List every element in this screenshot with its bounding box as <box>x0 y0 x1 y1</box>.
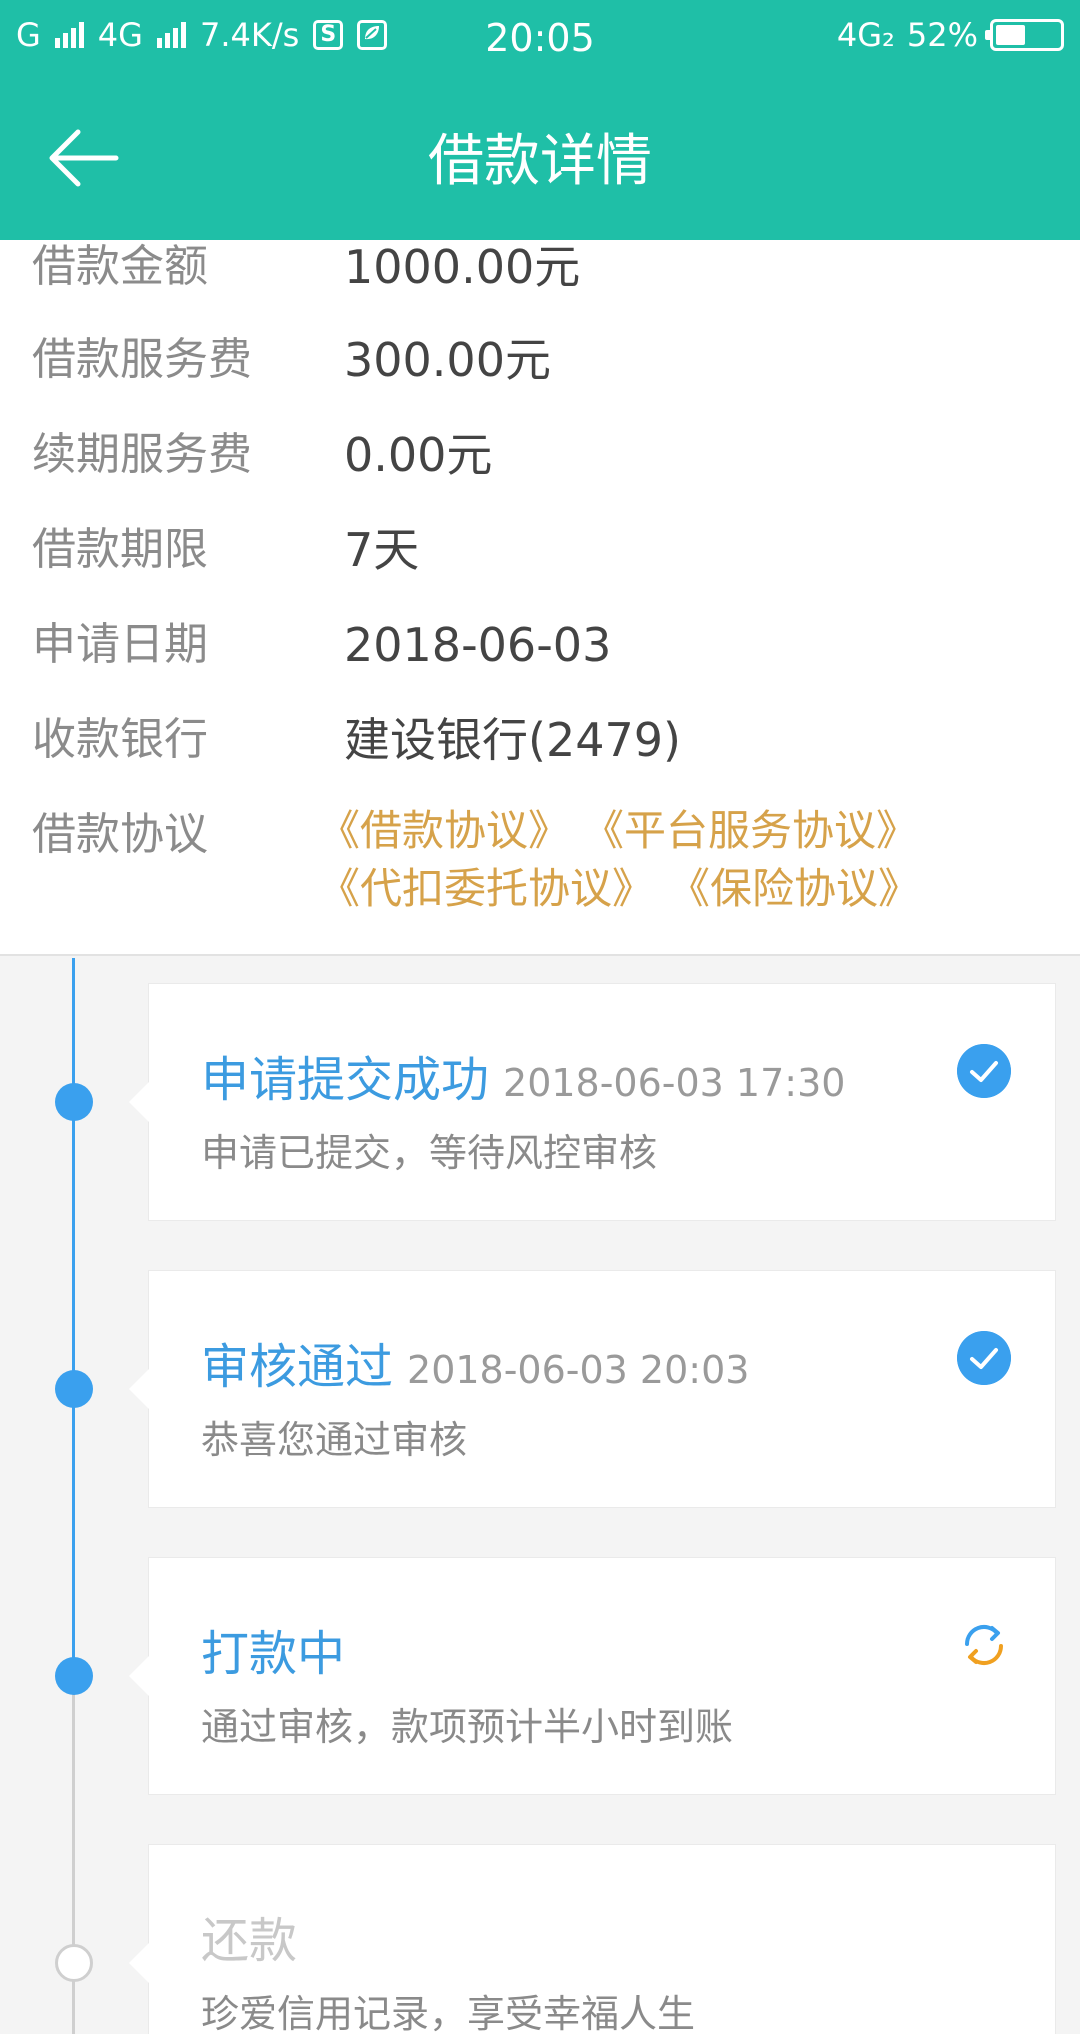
app-header: G 4G 7.4K/s S 20:05 4G₂ 52% 借款详情 <box>0 0 1080 240</box>
step-name: 打款中 <box>201 1626 346 1682</box>
info-row-apply-date: 申请日期 2018-06-03 <box>0 610 1080 680</box>
check-icon <box>957 1044 1011 1098</box>
timeline-dot <box>55 1657 93 1695</box>
page-title: 借款详情 <box>428 129 652 194</box>
refresh-icon <box>964 1624 1004 1666</box>
loan-info-section: 借款金额 1000.00元 借款服务费 300.00元 续期服务费 0.00元 … <box>0 240 1080 956</box>
step-title: 打款中 <box>201 1614 345 1684</box>
timeline-dot <box>55 1944 93 1982</box>
step-title: 审核通过 2018-06-03 20:03 <box>201 1327 749 1397</box>
agreement-link-withhold[interactable]: 《代扣委托协议》 <box>318 860 654 918</box>
step-title: 还款 <box>201 1901 297 1971</box>
info-label: 借款金额 <box>32 241 208 292</box>
info-value: 300.00元 <box>344 333 551 387</box>
info-row-term: 借款期限 7天 <box>0 515 1080 585</box>
timeline-card-approved: 审核通过 2018-06-03 20:03 恭喜您通过审核 <box>129 1270 1056 1508</box>
check-icon <box>957 1331 1011 1385</box>
info-row-bank: 收款银行 建设银行(2479) <box>0 705 1080 775</box>
step-desc: 申请已提交，等待风控审核 <box>201 1131 658 1175</box>
info-value: 7天 <box>344 523 420 577</box>
info-label: 借款期限 <box>32 524 208 575</box>
step-title: 申请提交成功 2018-06-03 17:30 <box>201 1040 845 1110</box>
step-name: 审核通过 <box>201 1339 394 1395</box>
timeline-dot <box>55 1083 93 1121</box>
battery-icon <box>985 19 1064 51</box>
info-label: 借款服务费 <box>32 334 252 385</box>
info-row-renewal-fee: 续期服务费 0.00元 <box>0 420 1080 490</box>
info-label: 借款协议 <box>32 809 208 860</box>
step-name: 申请提交成功 <box>201 1052 490 1108</box>
timeline-dot <box>55 1370 93 1408</box>
timeline-line-active <box>72 958 75 1674</box>
timeline-card-submitted: 申请提交成功 2018-06-03 17:30 申请已提交，等待风控审核 <box>129 983 1056 1221</box>
info-row-service-fee: 借款服务费 300.00元 <box>0 325 1080 395</box>
info-value: 0.00元 <box>344 428 493 482</box>
info-value: 2018-06-03 <box>344 618 612 672</box>
info-value: 1000.00元 <box>344 240 581 294</box>
status-bar: G 4G 7.4K/s S 20:05 4G₂ 52% <box>0 0 1080 74</box>
step-desc: 恭喜您通过审核 <box>201 1418 468 1462</box>
step-name: 还款 <box>201 1913 298 1969</box>
battery-percent: 52% <box>906 16 978 54</box>
step-time: 2018-06-03 20:03 <box>407 1348 750 1392</box>
info-row-amount: 借款金额 1000.00元 <box>0 232 1080 302</box>
step-desc: 珍爱信用记录，享受幸福人生 <box>201 1992 696 2034</box>
timeline-card-repayment: 还款 珍爱信用记录，享受幸福人生 <box>129 1844 1056 2034</box>
agreement-link-loan[interactable]: 《借款协议》 <box>318 802 570 860</box>
step-time: 2018-06-03 17:30 <box>503 1061 846 1105</box>
network-4g2-label: 4G₂ <box>836 16 895 54</box>
agreement-link-insurance[interactable]: 《保险协议》 <box>668 860 920 918</box>
info-label: 收款银行 <box>32 714 208 765</box>
agreement-link-platform[interactable]: 《平台服务协议》 <box>582 802 918 860</box>
step-desc: 通过审核，款项预计半小时到账 <box>201 1705 734 1749</box>
info-label: 续期服务费 <box>32 429 252 480</box>
timeline-card-disbursing: 打款中 通过审核，款项预计半小时到账 <box>129 1557 1056 1795</box>
info-value: 建设银行(2479) <box>344 713 681 767</box>
info-label: 申请日期 <box>32 619 208 670</box>
